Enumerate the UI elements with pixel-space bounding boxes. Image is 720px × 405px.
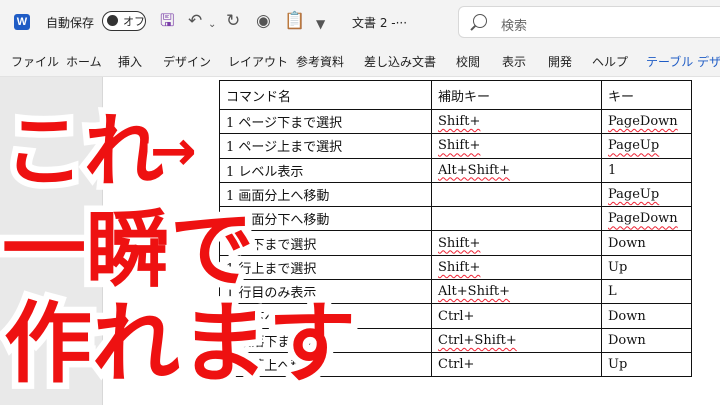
cell-key[interactable]: Up [601,351,692,378]
cell-key[interactable]: PageUp [601,181,692,208]
table-row: 1 レベル表示 Alt+Shift+ 1 [219,157,692,183]
undo-dropdown-icon[interactable]: ⌄ [208,16,216,34]
cell-text: Ctrl+ [438,308,475,324]
table-header-row: コマンド名 補助キー キー [219,80,692,110]
search-icon [473,14,487,28]
table-row: 1 行上まで選択 Shift+ Up [219,254,692,281]
cell-key[interactable]: Down [601,303,692,329]
tab-mailings[interactable]: 差し込み文書 [364,53,436,70]
cell-modifier-key[interactable]: Ctrl+ [431,303,602,329]
table-row: 1 行下まで選択 Shift+ Down [219,230,692,256]
cell-text: PageDown [608,114,678,130]
cell-modifier-key[interactable] [431,206,602,232]
header-command-name[interactable]: コマンド名 [219,80,432,110]
overlay-line-3: 作れます [0,292,363,395]
customize-toolbar-icon[interactable]: ▼ [316,15,325,33]
cell-text: Shift+ [438,138,481,154]
cell-text: Up [608,259,628,275]
cell-text: Alt+Shift+ [438,162,511,178]
cell-text: 1 ページ下まで選択 [226,116,343,132]
tab-references[interactable]: 参考資料 [296,53,344,70]
cell-text: 1 レベル表示 [226,164,304,180]
ribbon-tabs: ファイル ホーム 挿入 デザイン レイアウト 参考資料 差し込み文書 校閲 表示… [0,46,720,77]
clipboard-icon[interactable]: 📋 [284,12,305,30]
cell-text: Up [608,357,628,373]
cell-text: Shift+ [438,114,481,130]
circle-icon[interactable]: ◉ [256,12,271,30]
cell-command-name[interactable]: 1 ページ下まで選択 [219,108,432,135]
cell-key[interactable]: L [601,279,692,305]
cell-text: Down [608,235,646,251]
table-row: 1 ページ上まで選択 Shift+ PageUp [219,133,692,159]
header-modifier-key[interactable]: 補助キー [431,80,602,110]
cell-text: Alt+Shift+ [438,284,511,300]
cell-command-name[interactable]: 1 ページ上まで選択 [219,133,432,159]
cell-text: 1 ページ上まで選択 [226,140,343,156]
search-placeholder: 検索 [501,19,528,34]
table-row: 1 画面分上へ移動 PageUp [219,181,692,208]
overlay-line-1: これ [0,105,171,198]
cell-key[interactable]: Down [601,230,692,256]
overlay-line-2: 一瞬で [0,201,261,299]
cell-modifier-key[interactable] [431,181,602,208]
cell-modifier-key[interactable]: Shift+ [431,133,602,159]
cell-text: PageUp [608,187,660,203]
cell-text: Down [608,308,646,324]
save-icon[interactable]: 🖫 [160,12,174,30]
title-bar: W 自動保存 オフ 🖫 ↶ ⌄ ↻ ◉ 📋 ▼ 文書 2 -··· 検索 [0,0,720,46]
document-title: 文書 2 -··· [352,16,408,30]
table-row: 1 画面分下へ移動 PageDown [219,206,692,232]
word-app-icon: W [14,14,30,30]
toggle-knob [107,15,118,26]
cell-modifier-key[interactable]: Shift+ [431,254,602,281]
cell-text: Shift+ [438,259,481,275]
cell-key[interactable]: PageUp [601,133,692,159]
cell-key[interactable]: PageDown [601,206,692,232]
cell-key[interactable]: Up [601,254,692,281]
cell-key[interactable]: PageDown [601,108,692,135]
cell-key[interactable]: 1 [601,157,692,183]
cell-modifier-key[interactable]: Alt+Shift+ [431,279,602,305]
cell-text: Ctrl+Shift+ [438,332,517,348]
tab-developer[interactable]: 開発 [548,53,572,70]
tab-insert[interactable]: 挿入 [118,53,142,70]
header-key[interactable]: キー [601,80,692,110]
cell-modifier-key[interactable]: Ctrl+ [431,351,602,378]
autosave-toggle[interactable]: オフ [102,11,146,31]
search-box[interactable]: 検索 [458,6,720,38]
cell-text: PageUp [608,138,660,154]
autosave-label: 自動保存 [46,16,95,30]
tab-help[interactable]: ヘルプ [592,53,628,70]
cell-text: L [608,284,617,300]
cell-modifier-key[interactable]: Shift+ [431,230,602,256]
cell-modifier-key[interactable]: Ctrl+Shift+ [431,327,602,353]
redo-icon[interactable]: ↻ [226,12,240,30]
tab-view[interactable]: 表示 [502,53,526,70]
cell-text: Down [608,332,646,348]
cell-text: Ctrl+ [438,357,475,373]
cell-modifier-key[interactable]: Shift+ [431,108,602,135]
cell-key[interactable]: Down [601,327,692,353]
overlay-arrow: → [145,118,203,185]
tab-layout[interactable]: レイアウト [228,53,288,70]
tab-review[interactable]: 校閲 [456,53,480,70]
toggle-state-label: オフ [123,15,145,28]
undo-icon[interactable]: ↶ [188,12,202,30]
table-row: 1 ページ下まで選択 Shift+ PageDown [219,108,692,135]
tab-file[interactable]: ファイル [11,53,59,70]
tab-home[interactable]: ホーム [66,53,102,70]
cell-command-name[interactable]: 1 レベル表示 [219,157,432,183]
tab-design[interactable]: デザイン [163,53,211,70]
tab-table-design[interactable]: テーブル デザイン [646,53,720,70]
cell-text: PageDown [608,211,678,227]
cell-text: 1 [608,162,617,178]
cell-text: Shift+ [438,235,481,251]
cell-modifier-key[interactable]: Alt+Shift+ [431,157,602,183]
